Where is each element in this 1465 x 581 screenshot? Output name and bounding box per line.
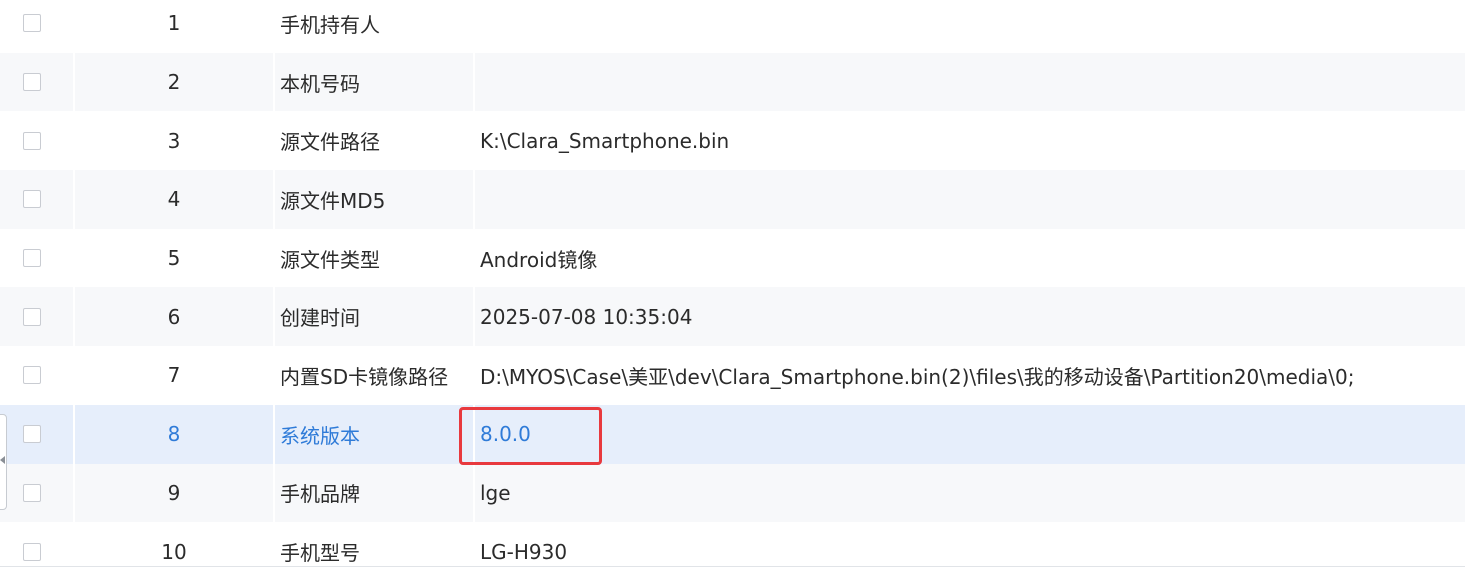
row-checkbox[interactable]	[23, 425, 41, 444]
chevron-left-icon[interactable]	[0, 456, 5, 464]
row-index: 7	[167, 363, 181, 388]
table-row[interactable]: 4 源文件MD5	[0, 170, 1465, 229]
row-property-name: 源文件类型	[280, 247, 380, 272]
row-checkbox-cell[interactable]	[0, 346, 73, 405]
row-checkbox-cell[interactable]	[0, 111, 73, 170]
row-index: 2	[73, 52, 273, 112]
row-property-value: 8.0.0	[473, 404, 1465, 464]
row-checkbox-cell[interactable]	[0, 0, 73, 53]
row-property-value	[473, 170, 1465, 229]
row-index: 3	[167, 128, 181, 153]
row-checkbox[interactable]	[23, 14, 41, 33]
row-property-name: 源文件MD5	[273, 170, 473, 229]
row-checkbox-cell[interactable]	[0, 53, 73, 112]
row-index: 9	[73, 463, 273, 523]
row-property-value: K:\Clara_Smartphone.bin	[480, 128, 730, 153]
row-checkbox-cell[interactable]	[0, 464, 73, 523]
table-row[interactable]: 7 内置SD卡镜像路径 D:\MYOS\Case\美亚\dev\Clara_Sm…	[0, 346, 1465, 405]
row-property-value: Android镜像	[480, 247, 598, 272]
row-property-name: 系统版本	[273, 404, 473, 464]
table-row[interactable]: 5 源文件类型 Android镜像	[0, 229, 1465, 288]
row-index: 6	[73, 287, 273, 347]
row-property-value	[473, 0, 1465, 53]
row-checkbox[interactable]	[23, 483, 41, 502]
row-property-name: 创建时间	[273, 287, 473, 347]
row-checkbox-cell[interactable]	[0, 229, 73, 288]
row-property-name: 手机品牌	[273, 463, 473, 523]
row-property-value: lge	[473, 463, 1465, 523]
device-info-table: 1 手机持有人 2 本机号码 3 源文件路径 K:\Clara_Smartpho…	[0, 0, 1465, 581]
row-checkbox[interactable]	[23, 73, 41, 92]
row-index: 4	[73, 170, 273, 229]
row-checkbox[interactable]	[23, 249, 41, 268]
row-property-name: 手机型号	[280, 541, 360, 566]
row-property-name: 本机号码	[273, 52, 473, 112]
row-index: 1	[167, 11, 181, 36]
row-checkbox-cell[interactable]	[0, 522, 73, 581]
row-checkbox[interactable]	[23, 307, 41, 326]
row-property-name: 内置SD卡镜像路径	[280, 364, 449, 389]
row-property-name: 源文件路径	[280, 130, 380, 155]
row-property-value	[473, 52, 1465, 112]
row-property-value: LG-H930	[480, 539, 568, 564]
table-row[interactable]: 9 手机品牌 lge	[0, 463, 1465, 523]
row-index: 10	[161, 539, 187, 564]
table-row[interactable]: 10 手机型号 LG-H930	[0, 522, 1465, 581]
row-checkbox-cell[interactable]	[0, 170, 73, 229]
table-row[interactable]: 2 本机号码	[0, 52, 1465, 112]
row-checkbox[interactable]	[23, 542, 41, 561]
table-bottom-border	[0, 566, 1465, 567]
row-property-value: 2025-07-08 10:35:04	[473, 287, 1465, 347]
row-checkbox-cell[interactable]	[0, 287, 73, 346]
row-checkbox[interactable]	[23, 131, 41, 150]
row-checkbox[interactable]	[23, 190, 41, 209]
annotation-highlight-box	[459, 407, 602, 465]
table-row[interactable]: 6 创建时间 2025-07-08 10:35:04	[0, 287, 1465, 347]
table-row[interactable]: 3 源文件路径 K:\Clara_Smartphone.bin	[0, 111, 1465, 170]
row-index: 8	[73, 404, 273, 464]
row-checkbox[interactable]	[23, 366, 41, 385]
row-checkbox-cell[interactable]	[0, 405, 73, 464]
table-row-selected[interactable]: 8 系统版本 8.0.0	[0, 404, 1465, 464]
row-property-name: 手机持有人	[280, 12, 380, 37]
table-row[interactable]: 1 手机持有人	[0, 0, 1465, 53]
row-index: 5	[167, 246, 181, 271]
row-property-value: D:\MYOS\Case\美亚\dev\Clara_Smartphone.bin…	[480, 364, 1355, 389]
